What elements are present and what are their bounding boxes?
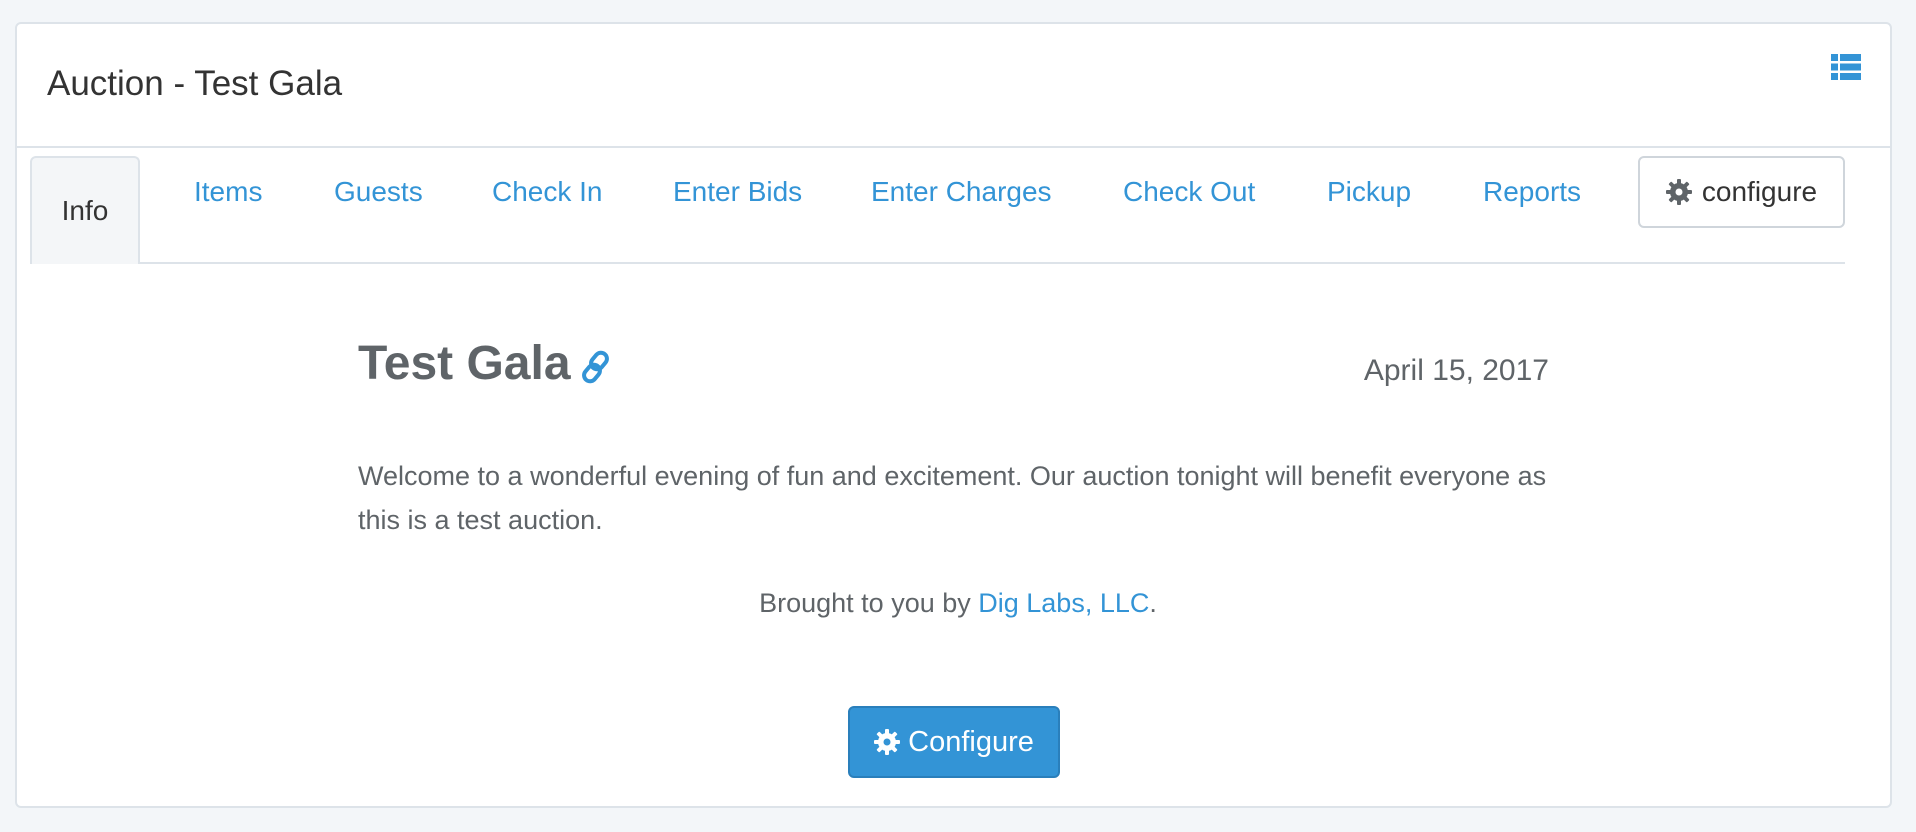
page-title: Auction - Test Gala <box>47 64 343 103</box>
configure-tab-label: configure <box>1701 176 1818 207</box>
tab-divider <box>30 262 1845 264</box>
credit-line: Brought to you by Dig Labs, LLC. <box>0 590 1916 617</box>
tab-reports[interactable]: Reports <box>1483 178 1581 206</box>
tab-enter-bids[interactable]: Enter Bids <box>673 178 802 206</box>
tab-items[interactable]: Items <box>194 178 262 206</box>
configure-tab-button[interactable]: configure <box>1638 156 1845 228</box>
dig-labs-link[interactable]: Dig Labs, LLC <box>978 588 1149 618</box>
tab-check-out[interactable]: Check Out <box>1123 178 1255 206</box>
configure-button[interactable]: Configure <box>848 706 1060 778</box>
event-description: Welcome to a wonderful evening of fun an… <box>358 461 1547 535</box>
tab-pickup[interactable]: Pickup <box>1327 178 1411 206</box>
gear-icon <box>1665 179 1692 205</box>
configure-button-label: Configure <box>908 725 1034 758</box>
tab-info[interactable]: Info <box>30 156 140 264</box>
event-name: Test Gala <box>358 337 571 390</box>
panel-header: Auction - Test Gala <box>17 24 1890 148</box>
tab-guests[interactable]: Guests <box>334 178 423 206</box>
tab-bar: Info Items Guests Check In Enter Bids En… <box>30 156 1845 266</box>
auction-panel: Auction - Test Gala <box>15 22 1892 808</box>
credit-suffix: . <box>1149 588 1157 618</box>
event-date: April 15, 2017 <box>1363 354 1549 387</box>
tab-check-in[interactable]: Check In <box>492 178 603 206</box>
credit-prefix: Brought to you by <box>759 588 979 618</box>
gear-icon <box>874 729 901 755</box>
link-icon[interactable] <box>580 350 612 384</box>
tab-enter-charges[interactable]: Enter Charges <box>871 178 1052 206</box>
list-icon[interactable] <box>1831 54 1861 80</box>
